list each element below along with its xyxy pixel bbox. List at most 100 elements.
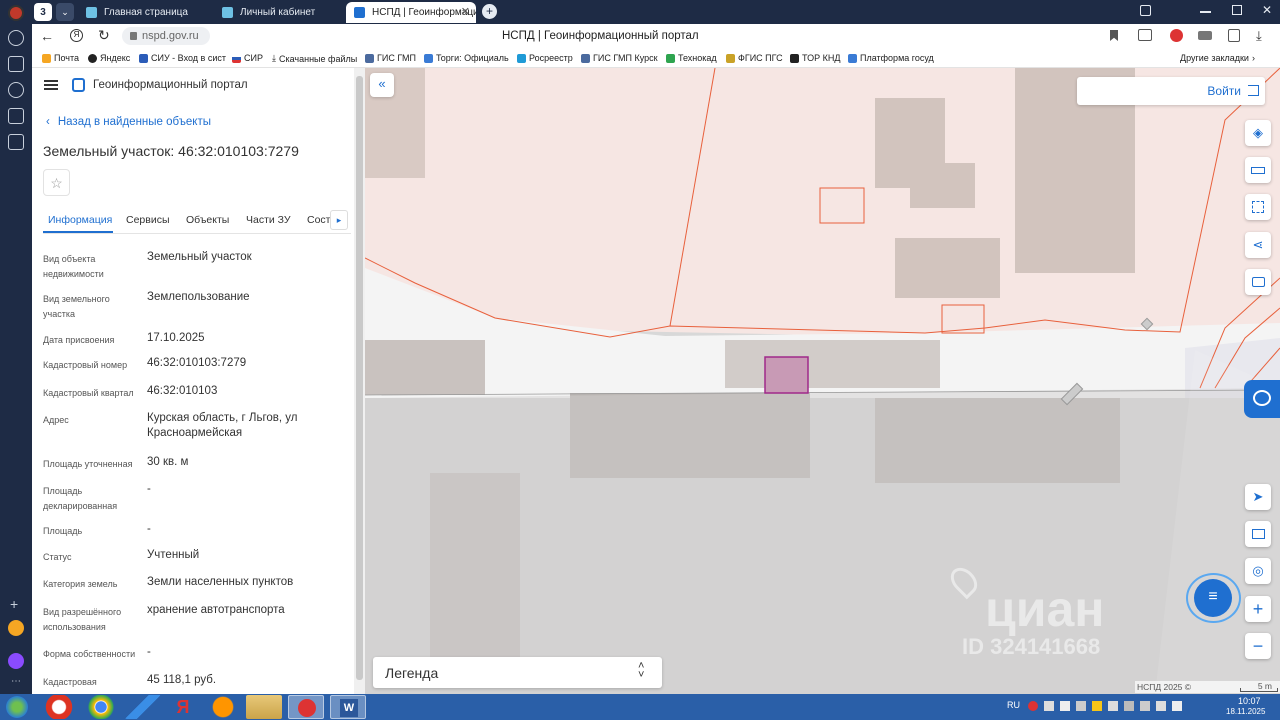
field-value: 17.10.2025	[147, 332, 205, 344]
taskbar-app-icon[interactable]	[125, 695, 161, 719]
chevron-updown-icon: ˄ ˅	[638, 660, 645, 681]
zoom-in-button[interactable]: +	[1245, 596, 1271, 622]
minimap-button[interactable]	[1245, 521, 1271, 547]
tab-information[interactable]: Информация	[48, 214, 112, 226]
taskbar-firefox-icon[interactable]	[205, 695, 241, 719]
layers-button[interactable]: ◈	[1245, 120, 1271, 146]
mail-app-icon[interactable]	[8, 620, 24, 636]
bookmark-item[interactable]: Почта	[42, 53, 79, 63]
tab-count-badge[interactable]: 3	[34, 3, 52, 21]
map-canvas[interactable]	[365, 68, 1280, 694]
address-bar[interactable]: nspd.gov.ru	[122, 27, 210, 45]
tabs-scroll-right-button[interactable]: ▸	[330, 210, 348, 230]
login-bar[interactable]: Войти	[1077, 77, 1265, 105]
add-sidebar-icon[interactable]: +	[10, 596, 18, 612]
tab-parts[interactable]: Части ЗУ	[246, 214, 291, 226]
chat-icon: ≡	[1194, 579, 1232, 617]
chat-button[interactable]: ≡	[1186, 573, 1241, 623]
minimize-icon[interactable]	[1200, 11, 1211, 13]
bookmark-label: ТОР КНД	[802, 53, 841, 63]
bookmark-item[interactable]: ТОР КНД	[790, 53, 840, 63]
clock-time[interactable]: 10:07	[1238, 696, 1261, 706]
new-tab-button[interactable]: +	[482, 4, 497, 19]
field-value: 46:32:010103:7279	[147, 357, 247, 369]
bookmark-icon[interactable]	[1110, 30, 1118, 41]
extension3-icon[interactable]	[1228, 29, 1240, 42]
translate-icon[interactable]	[1138, 29, 1152, 41]
notes-icon[interactable]	[8, 56, 24, 72]
field-label: Кадастровый номер	[43, 360, 128, 370]
history-icon[interactable]	[8, 30, 24, 46]
favorite-button[interactable]: ☆	[43, 169, 70, 196]
taskbar-yandex-browser-icon[interactable]	[288, 695, 324, 719]
zoom-out-button[interactable]: −	[1245, 633, 1271, 659]
start-button[interactable]	[6, 696, 28, 718]
tab-groups-icon[interactable]	[8, 108, 24, 124]
bookmark-label: Яндекс	[100, 53, 131, 63]
collapse-panel-button[interactable]: «	[370, 73, 394, 97]
portal-name[interactable]: Геоинформационный портал	[93, 79, 248, 91]
locate-button[interactable]: ➤	[1245, 484, 1271, 510]
ruler-button[interactable]	[1245, 157, 1271, 183]
taskbar-opera-icon[interactable]	[41, 695, 77, 719]
close-window-icon[interactable]: ✕	[1262, 3, 1272, 17]
extension2-icon[interactable]	[1198, 31, 1212, 40]
taskbar-word-icon[interactable]: W	[330, 695, 366, 719]
tray-icons[interactable]	[1028, 701, 1193, 713]
bookmark-item[interactable]: Технокад	[666, 53, 717, 63]
language-indicator[interactable]: RU	[1007, 700, 1020, 710]
alice-icon[interactable]	[8, 653, 24, 669]
legend-bar[interactable]: Легенда ˄ ˅	[373, 657, 662, 688]
map-view[interactable]: « Войти циан ID 324141668 Легенда ˄ ˅ НСП…	[365, 68, 1280, 694]
back-icon[interactable]: ←	[40, 28, 54, 44]
collections-icon[interactable]	[1140, 5, 1151, 16]
tab-objects[interactable]: Объекты	[186, 214, 229, 226]
print-icon	[1251, 277, 1265, 287]
back-to-results-link[interactable]: ‹ Назад в найденные объекты	[46, 116, 211, 128]
browser-logo-icon[interactable]	[8, 5, 24, 21]
media-icon[interactable]	[8, 82, 24, 98]
yandex-icon[interactable]: Я	[70, 29, 83, 42]
taskbar-yandex-icon[interactable]: Я	[165, 695, 201, 719]
tab-home[interactable]: Главная страница	[78, 2, 210, 23]
bookmark-item[interactable]: ФГИС ПГС	[726, 53, 783, 63]
bookmark-item[interactable]: Платформа госуд	[848, 53, 934, 63]
screenshots-icon[interactable]	[8, 134, 24, 150]
field-label: Кадастровый квартал	[43, 388, 134, 398]
downloads-icon[interactable]: ⤓	[1256, 28, 1262, 44]
taskbar-chrome-icon[interactable]	[83, 695, 119, 719]
reload-icon[interactable]: ↻	[98, 27, 110, 44]
sidebar-menu-icon[interactable]: ⋯	[11, 676, 21, 687]
panel-scrollbar[interactable]	[354, 68, 365, 694]
field-label: Адрес	[43, 415, 69, 425]
other-bookmarks[interactable]: Другие закладки ›	[1180, 53, 1255, 63]
tab-cabinet[interactable]: Личный кабинет	[214, 2, 342, 23]
bookmark-item[interactable]: ⤓ Скачанные файлы	[272, 53, 357, 64]
tab-nspd[interactable]: НСПД | Геоинформаци ✕	[346, 2, 476, 23]
bookmark-item[interactable]: СИУ - Вход в сист	[139, 53, 226, 63]
bookmark-label: Другие закладки	[1180, 53, 1249, 63]
feedback-widget-button[interactable]	[1244, 380, 1280, 418]
maximize-icon[interactable]	[1232, 5, 1242, 15]
bookmark-item[interactable]: Торги: Официаль	[424, 53, 509, 63]
taskbar-explorer-icon[interactable]	[246, 695, 282, 719]
print-button[interactable]	[1245, 269, 1271, 295]
tabs-dropdown-icon[interactable]: ⌄	[56, 3, 74, 21]
extension-icon[interactable]	[1170, 29, 1183, 42]
bookmark-item[interactable]: СИР	[232, 53, 263, 63]
select-area-button[interactable]	[1245, 194, 1271, 220]
bookmark-item[interactable]: ГИС ГМП	[365, 53, 416, 63]
bookmark-item[interactable]: Яндекс	[88, 53, 130, 63]
hamburger-menu-icon[interactable]	[44, 80, 58, 90]
bookmark-item[interactable]: Росреестр	[517, 53, 573, 63]
chevron-right-icon: ›	[1251, 53, 1255, 63]
tab-services[interactable]: Сервисы	[126, 214, 170, 226]
star-icon: ☆	[50, 175, 63, 191]
geolocation-button[interactable]: ◎	[1245, 558, 1271, 584]
clock-date[interactable]: 18.11.2025	[1226, 707, 1265, 716]
scrollbar-thumb[interactable]	[356, 76, 363, 680]
share-button[interactable]: ⋖	[1245, 232, 1271, 258]
bookmark-item[interactable]: ГИС ГМП Курск	[581, 53, 658, 63]
minimap-icon	[1251, 529, 1265, 539]
close-tab-icon[interactable]: ✕	[461, 5, 470, 18]
